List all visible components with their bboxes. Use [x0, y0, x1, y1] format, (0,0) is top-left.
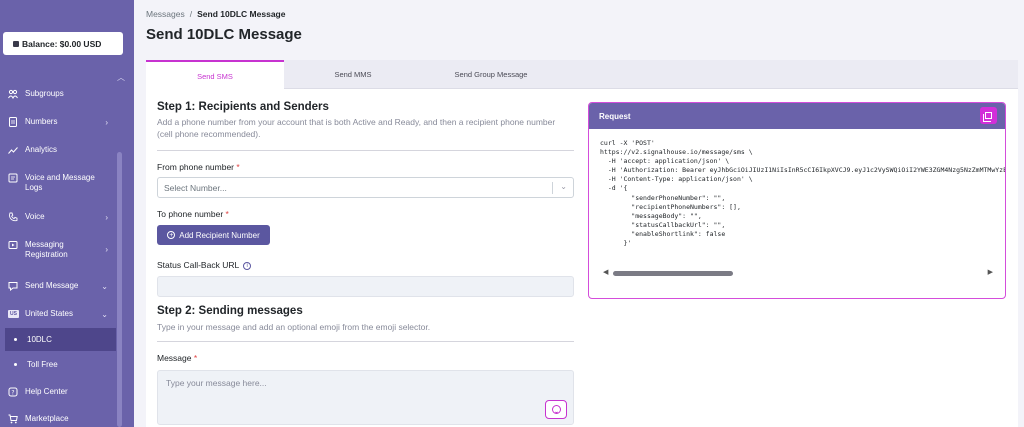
chevron-right-icon: › [105, 212, 108, 222]
balance-badge: Balance: $0.00 USD [3, 32, 123, 55]
help-icon: ? [8, 387, 18, 397]
code-line: -d '{ [600, 184, 628, 193]
callback-url-input[interactable] [157, 276, 574, 297]
code-line: "senderPhoneNumber": "", [600, 193, 726, 202]
divider [157, 341, 574, 342]
callback-url-label: Status Call-Back URL i [157, 260, 252, 270]
copy-icon [983, 112, 992, 122]
to-phone-label: To phone number * [157, 209, 229, 219]
sidebar-item-toll-free[interactable]: Toll Free [14, 360, 58, 369]
step1-title: Step 1: Recipients and Senders [157, 101, 329, 113]
sidebar-scrollbar[interactable] [117, 152, 122, 427]
page-title: Send 10DLC Message [146, 26, 302, 43]
sidebar-item-logs[interactable]: Voice and Message Logs [8, 173, 112, 193]
sidebar-item-10dlc[interactable]: 10DLC [14, 335, 52, 344]
code-line: -H 'accept: application/json' \ [600, 157, 730, 166]
chevron-down-icon: ⌄ [101, 281, 108, 291]
scroll-right-icon[interactable]: ▶ [988, 268, 993, 276]
bullet-icon [14, 338, 17, 341]
analytics-icon [8, 145, 18, 155]
sidebar-item-numbers[interactable]: Numbers › [8, 117, 112, 127]
breadcrumb: Messages / Send 10DLC Message [146, 9, 286, 19]
step2-title: Step 2: Sending messages [157, 305, 303, 317]
code-line: curl -X 'POST' [600, 139, 655, 147]
sidebar-item-united-states[interactable]: US United States ⌄ [8, 309, 112, 319]
code-line: "recipientPhoneNumbers": [], [600, 202, 741, 211]
step2-description: Type in your message and add an optional… [157, 322, 431, 332]
message-textarea[interactable]: Type your message here... [157, 370, 574, 425]
message-placeholder: Type your message here... [166, 378, 267, 388]
from-phone-label: From phone number * [157, 162, 240, 172]
tab-bar: Send SMS Send MMS Send Group Message [146, 60, 1018, 90]
tab-send-group-message[interactable]: Send Group Message [422, 60, 560, 89]
code-line: -H 'Content-Type: application/json' \ [600, 175, 753, 184]
sidebar-item-voice[interactable]: Voice › [8, 212, 112, 222]
sidebar: Balance: $0.00 USD ︿ Subgroups Numbers ›… [0, 0, 134, 427]
send-icon [8, 281, 18, 291]
cart-icon [8, 414, 18, 424]
info-icon[interactable]: i [243, 261, 252, 270]
code-horizontal-scrollbar[interactable]: ◀ ▶ [603, 268, 993, 278]
step1-description: Add a phone number from your account tha… [157, 117, 556, 139]
message-label: Message * [157, 353, 198, 363]
chevron-down-icon: ⌄ [560, 182, 567, 191]
from-number-select[interactable]: Select Number... ⌄ [157, 177, 574, 198]
divider [157, 150, 574, 151]
copy-button[interactable] [980, 107, 997, 124]
breadcrumb-messages[interactable]: Messages [146, 9, 185, 19]
chevron-down-icon: ⌄ [101, 309, 108, 319]
chevron-right-icon: › [105, 117, 108, 127]
wallet-icon [13, 40, 19, 47]
request-title: Request [599, 111, 631, 121]
sidebar-item-analytics[interactable]: Analytics [8, 145, 112, 155]
request-panel: Request curl -X 'POST' https://v2.signalh… [588, 102, 1006, 299]
scroll-thumb[interactable] [613, 271, 733, 276]
emoji-button[interactable] [545, 400, 567, 419]
logs-icon [8, 173, 18, 183]
phone-icon [8, 212, 18, 222]
numbers-icon [8, 117, 18, 127]
plus-circle-icon: + [167, 231, 176, 239]
us-flag-icon: US [8, 310, 19, 318]
code-line: -H 'Authorization: Bearer eyJhbGciOiJIUz… [600, 166, 1006, 175]
registration-icon [8, 240, 18, 250]
select-placeholder: Select Number... [164, 183, 227, 193]
sidebar-item-help-center[interactable]: ? Help Center [8, 387, 112, 397]
code-line: "statusCallbackUrl": "", [600, 220, 726, 229]
sidebar-item-subgroups[interactable]: Subgroups [8, 89, 112, 99]
request-header: Request [589, 103, 1005, 129]
code-line: https://v2.signalhouse.io/message/sms \ [600, 148, 753, 157]
chevron-right-icon: › [105, 245, 108, 254]
request-code: curl -X 'POST' https://v2.signalhouse.io/… [600, 139, 1006, 248]
sidebar-item-registration[interactable]: Messaging Registration › [8, 240, 112, 260]
sidebar-item-send-message[interactable]: Send Message ⌄ [8, 281, 112, 291]
emoji-icon [551, 405, 561, 414]
code-line: "messageBody": "", [600, 211, 702, 220]
scroll-left-icon[interactable]: ◀ [603, 268, 608, 276]
collapse-up-icon[interactable]: ︿ [117, 72, 125, 83]
sidebar-item-marketplace[interactable]: Marketplace [8, 414, 112, 424]
breadcrumb-current: Send 10DLC Message [197, 9, 286, 19]
balance-text: Balance: $0.00 USD [22, 38, 102, 49]
subgroups-icon [8, 89, 18, 99]
code-line: }' [600, 239, 632, 248]
add-recipient-button[interactable]: + Add Recipient Number [157, 225, 270, 245]
svg-text:?: ? [11, 390, 14, 397]
tab-send-mms[interactable]: Send MMS [284, 60, 422, 89]
select-separator [552, 182, 553, 194]
bullet-icon [14, 363, 17, 366]
tab-send-sms[interactable]: Send SMS [146, 60, 284, 90]
code-line: "enableShortlink": false [600, 229, 726, 238]
